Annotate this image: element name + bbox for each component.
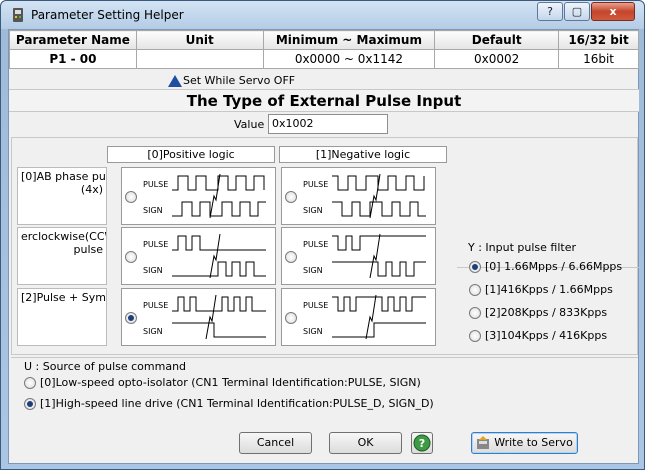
pulse-label: PULSE bbox=[143, 180, 168, 189]
radio-filter-0[interactable] bbox=[469, 260, 481, 273]
positive-logic-header: [0]Positive logic bbox=[107, 146, 275, 163]
ab-positive-waveform: PULSE SIGN bbox=[143, 173, 266, 219]
unit-value bbox=[135, 49, 264, 69]
help-button[interactable]: ? bbox=[411, 432, 433, 454]
filter-option-label: [0] 1.66Mpps / 6.66Mpps bbox=[485, 260, 623, 273]
pulse-label: PULSE bbox=[303, 180, 328, 189]
close-button[interactable]: x bbox=[591, 2, 635, 21]
pulse-label: PULSE bbox=[143, 240, 168, 249]
filter-option-2[interactable]: [2]208Kpps / 833Kpps bbox=[469, 306, 607, 319]
source-divider bbox=[11, 357, 638, 358]
radio-source-0[interactable] bbox=[24, 376, 36, 389]
option-ccw-positive[interactable]: PULSE SIGN bbox=[121, 227, 276, 285]
source-title: U : Source of pulse command bbox=[24, 360, 187, 373]
maximize-button[interactable]: ▢ bbox=[564, 2, 590, 21]
write-to-servo-button[interactable]: Write to Servo bbox=[471, 432, 578, 454]
option-ab-negative[interactable]: PULSE SIGN bbox=[281, 167, 436, 225]
bits-value: 16bit bbox=[558, 49, 639, 69]
servo-off-text: Set While Servo OFF bbox=[183, 74, 296, 87]
row-label-line: (4x) bbox=[80, 183, 103, 196]
param-name-value: P1 - 00 bbox=[9, 49, 137, 69]
value-label: Value bbox=[234, 118, 265, 131]
sign-label: SIGN bbox=[143, 327, 163, 336]
filter-option-3[interactable]: [3]104Kpps / 416Kpps bbox=[469, 329, 607, 342]
title-bar[interactable]: Parameter Setting Helper ? ▢ x bbox=[1, 1, 644, 29]
sign-label: SIGN bbox=[303, 327, 323, 336]
filter-option-0[interactable]: [0] 1.66Mpps / 6.66Mpps bbox=[469, 260, 622, 273]
radio-ccw-negative[interactable] bbox=[285, 251, 297, 263]
option-pulse-symbol-positive[interactable]: PULSE SIGN bbox=[121, 288, 276, 346]
ok-button[interactable]: OK bbox=[329, 432, 402, 454]
negative-logic-header: [1]Negative logic bbox=[279, 146, 447, 163]
sign-label: SIGN bbox=[143, 266, 163, 275]
col-bits: 16/32 bit bbox=[558, 30, 639, 50]
radio-ab-positive[interactable] bbox=[125, 191, 137, 203]
sign-label: SIGN bbox=[303, 206, 323, 215]
filter-option-label: [1]416Kpps / 1.66Mpps bbox=[485, 283, 613, 296]
radio-pulse-symbol-negative[interactable] bbox=[285, 312, 297, 324]
help-icon: ? bbox=[413, 434, 431, 452]
radio-filter-2[interactable] bbox=[469, 306, 481, 319]
warning-triangle-icon bbox=[168, 74, 182, 87]
radio-pulse-symbol-positive[interactable] bbox=[125, 312, 137, 324]
pulse-symbol-negative-waveform: PULSE SIGN bbox=[303, 294, 426, 340]
option-ccw-negative[interactable]: PULSE SIGN bbox=[281, 227, 436, 285]
option-ab-positive[interactable]: PULSE SIGN bbox=[121, 167, 276, 225]
ab-negative-waveform: PULSE SIGN bbox=[303, 173, 426, 219]
source-option-label: [0]Low-speed opto-isolator (CN1 Terminal… bbox=[40, 376, 421, 389]
default-value: 0x0002 bbox=[434, 49, 560, 69]
radio-filter-3[interactable] bbox=[469, 329, 481, 342]
dialog-window: Parameter Setting Helper ? ▢ x Parameter… bbox=[0, 0, 645, 470]
dialog-client: Parameter Name Unit Minimum ~ Maximum De… bbox=[8, 29, 639, 464]
source-option-1[interactable]: [1]High-speed line drive (CN1 Terminal I… bbox=[24, 397, 434, 410]
row-label-line: [0]AB phase pulse bbox=[21, 170, 106, 183]
source-option-label: [1]High-speed line drive (CN1 Terminal I… bbox=[40, 397, 434, 410]
app-icon bbox=[13, 8, 23, 22]
ccw-positive-waveform: PULSE SIGN bbox=[143, 233, 266, 279]
filter-option-label: [2]208Kpps / 833Kpps bbox=[485, 306, 608, 319]
col-default: Default bbox=[434, 30, 560, 50]
col-parameter-name: Parameter Name bbox=[9, 30, 137, 50]
pulse-symbol-positive-waveform: PULSE SIGN bbox=[143, 294, 266, 340]
window-title: Parameter Setting Helper bbox=[31, 8, 184, 22]
filter-title: Y : Input pulse filter bbox=[468, 241, 576, 254]
col-unit: Unit bbox=[135, 30, 264, 50]
servo-off-note: Set While Servo OFF bbox=[168, 74, 295, 87]
sign-label: SIGN bbox=[143, 206, 163, 215]
option-pulse-symbol-negative[interactable]: PULSE SIGN bbox=[281, 288, 436, 346]
ccw-negative-waveform: PULSE SIGN bbox=[303, 233, 426, 279]
radio-filter-1[interactable] bbox=[469, 283, 481, 296]
row-label-line: erclockwise(CCW) bbox=[21, 230, 106, 243]
pulse-label: PULSE bbox=[303, 240, 328, 249]
cancel-button[interactable]: Cancel bbox=[239, 432, 312, 454]
row-label-ccw: erclockwise(CCW) pulse bbox=[17, 227, 107, 285]
svg-text:?: ? bbox=[419, 437, 425, 450]
row-label-line: [2]Pulse + Symbol bbox=[21, 291, 106, 304]
range-value: 0x0000 ~ 0x1142 bbox=[262, 49, 436, 69]
pulse-label: PULSE bbox=[303, 301, 328, 310]
sign-label: SIGN bbox=[303, 266, 323, 275]
row-label-line: pulse bbox=[73, 243, 103, 256]
radio-ccw-positive[interactable] bbox=[125, 251, 137, 263]
value-input[interactable]: 0x1002 bbox=[268, 114, 388, 134]
filter-option-label: [3]104Kpps / 416Kpps bbox=[485, 329, 608, 342]
parameter-title: The Type of External Pulse Input bbox=[9, 89, 639, 112]
radio-source-1[interactable] bbox=[24, 397, 36, 410]
write-icon bbox=[477, 436, 490, 449]
col-min-max: Minimum ~ Maximum bbox=[262, 30, 436, 50]
filter-option-1[interactable]: [1]416Kpps / 1.66Mpps bbox=[469, 283, 613, 296]
row-label-ab-phase: [0]AB phase pulse (4x) bbox=[17, 167, 107, 225]
help-window-button[interactable]: ? bbox=[537, 2, 563, 21]
source-option-0[interactable]: [0]Low-speed opto-isolator (CN1 Terminal… bbox=[24, 376, 421, 389]
row-label-pulse-symbol: [2]Pulse + Symbol bbox=[17, 288, 107, 346]
radio-ab-negative[interactable] bbox=[285, 191, 297, 203]
parameter-info-table: Parameter Name Unit Minimum ~ Maximum De… bbox=[9, 30, 639, 69]
write-to-servo-label: Write to Servo bbox=[494, 436, 573, 449]
pulse-label: PULSE bbox=[143, 301, 168, 310]
